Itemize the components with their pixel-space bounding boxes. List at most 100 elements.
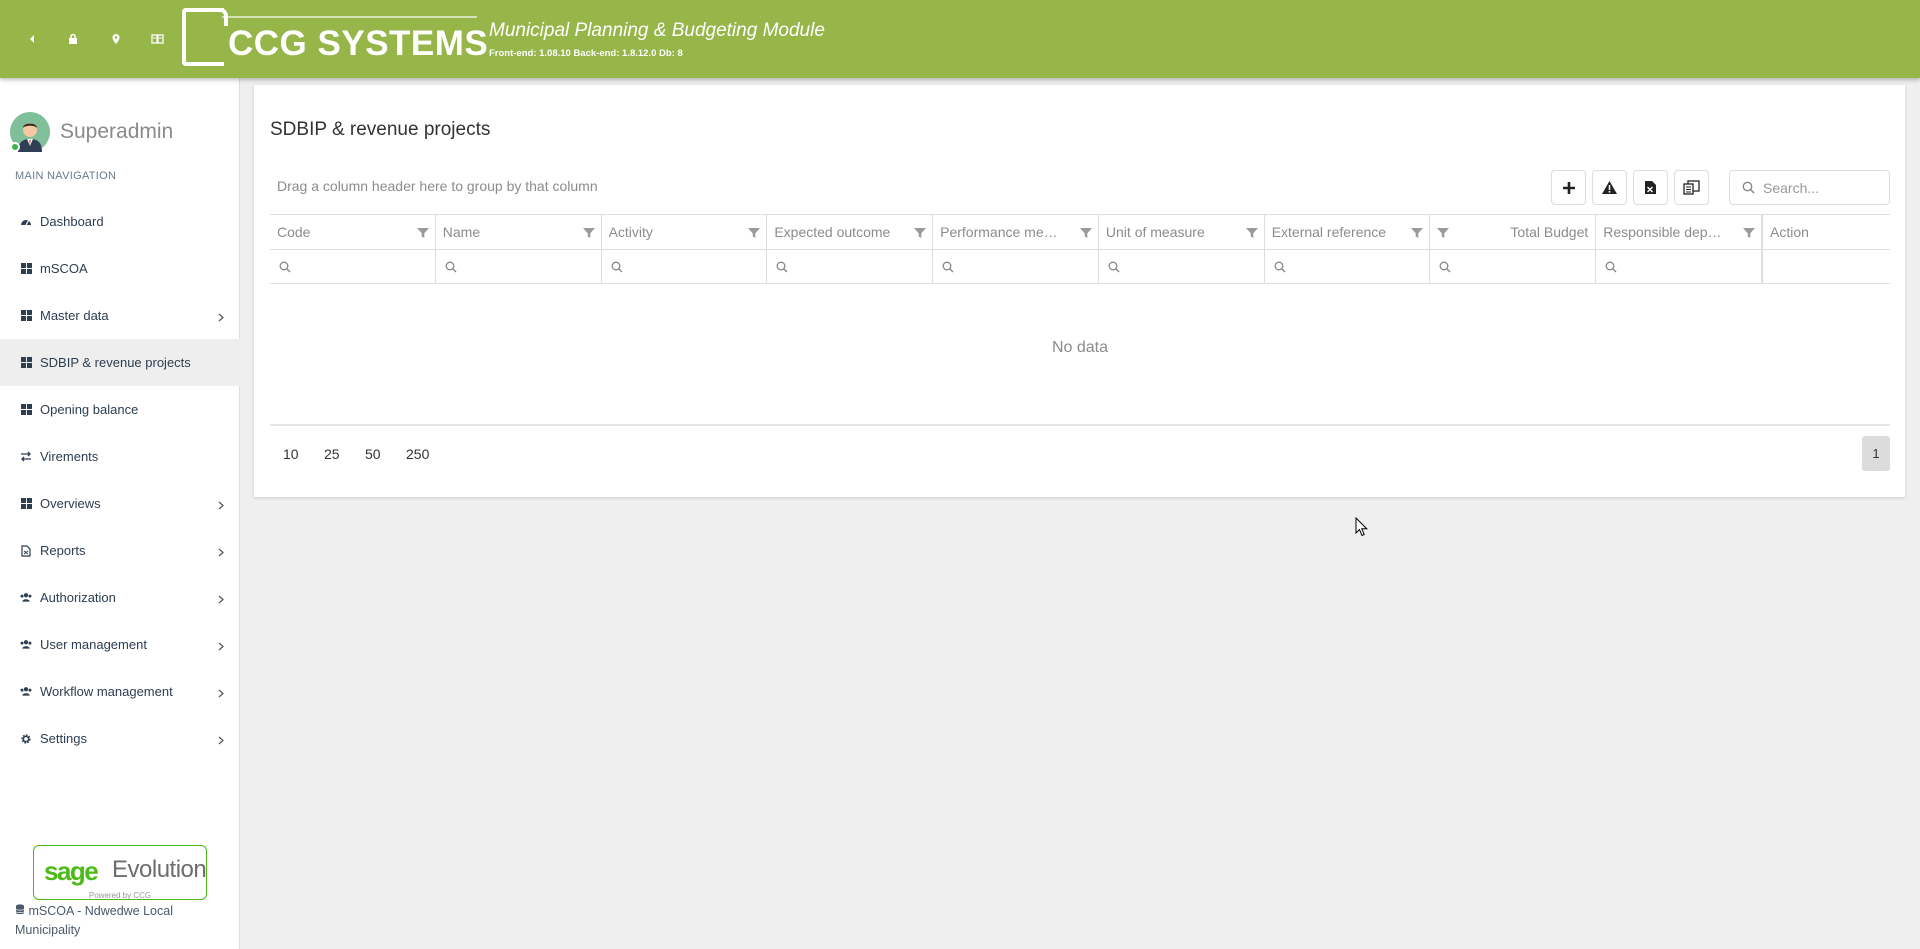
filter-cell-unit-of-measure[interactable] bbox=[1099, 250, 1265, 283]
filter-cell-code[interactable] bbox=[270, 250, 436, 283]
online-status-dot bbox=[10, 142, 20, 152]
page-size-50[interactable]: 50 bbox=[365, 446, 381, 462]
column-header-unit-of-measure[interactable]: Unit of measure bbox=[1099, 215, 1265, 249]
filter-cell-responsible-department[interactable] bbox=[1596, 250, 1763, 283]
warning-button[interactable] bbox=[1592, 170, 1627, 205]
sidebar-item-workflow-management[interactable]: Workflow management bbox=[0, 668, 240, 715]
column-header-performance-measure[interactable]: Performance meas... bbox=[933, 215, 1099, 249]
nav-header: MAIN NAVIGATION bbox=[15, 170, 117, 182]
filter-cell-expected-outcome[interactable] bbox=[767, 250, 934, 283]
page-number-1[interactable]: 1 bbox=[1862, 436, 1890, 471]
filter-cell-external-reference[interactable] bbox=[1265, 250, 1431, 283]
sage-evolution-word: Evolution bbox=[112, 856, 207, 883]
column-header-total-budget[interactable]: Total Budget bbox=[1430, 215, 1597, 249]
search-icon bbox=[611, 261, 623, 272]
filter-cell-activity[interactable] bbox=[602, 250, 768, 283]
sidebar-item-virements[interactable]: Virements bbox=[0, 433, 240, 480]
filter-cell-name[interactable] bbox=[436, 250, 602, 283]
page-size-250[interactable]: 250 bbox=[406, 446, 429, 462]
grid-icon bbox=[20, 310, 32, 322]
filter-icon[interactable] bbox=[748, 226, 761, 242]
filter-icon[interactable] bbox=[582, 226, 595, 242]
exchange-icon bbox=[20, 451, 32, 463]
grid-filter-row bbox=[270, 250, 1890, 284]
sidebar-item-overviews[interactable]: Overviews bbox=[0, 480, 240, 527]
page-size-25[interactable]: 25 bbox=[324, 446, 340, 462]
sidebar-item-label: Reports bbox=[40, 543, 86, 558]
column-chooser-icon bbox=[1683, 180, 1700, 195]
group-panel[interactable]: Drag a column header here to group by th… bbox=[277, 178, 598, 194]
column-chooser-button[interactable] bbox=[1674, 170, 1709, 205]
filter-cell-total-budget[interactable] bbox=[1430, 250, 1597, 283]
file-icon bbox=[20, 544, 32, 557]
filter-icon[interactable] bbox=[1079, 226, 1092, 242]
back-icon[interactable] bbox=[22, 29, 42, 49]
map-marker-icon[interactable] bbox=[106, 29, 126, 49]
sidebar-item-settings[interactable]: Settings bbox=[0, 715, 240, 762]
search-icon bbox=[1108, 261, 1120, 272]
content-panel: SDBIP & revenue projects Drag a column h… bbox=[254, 85, 1905, 497]
excel-file-icon bbox=[1645, 181, 1656, 194]
column-header-activity[interactable]: Activity bbox=[602, 215, 768, 249]
main-navigation: Dashboard mSCOA Master data SDBIP & reve… bbox=[0, 198, 240, 762]
grid-search[interactable] bbox=[1729, 170, 1890, 205]
sidebar-item-label: User management bbox=[40, 637, 147, 652]
plus-icon bbox=[1562, 181, 1575, 194]
filter-icon[interactable] bbox=[1411, 226, 1424, 242]
chevron-right-icon bbox=[218, 686, 224, 701]
avatar bbox=[10, 112, 50, 152]
sidebar-item-sdbip[interactable]: SDBIP & revenue projects bbox=[0, 339, 240, 386]
book-icon[interactable] bbox=[147, 29, 167, 49]
filter-cell-action bbox=[1762, 250, 1890, 283]
database-info: mSCOA - Ndwedwe Local Municipality bbox=[15, 902, 215, 940]
sidebar-item-label: SDBIP & revenue projects bbox=[40, 355, 191, 370]
filter-icon[interactable] bbox=[1245, 226, 1258, 242]
database-name: mSCOA - Ndwedwe Local Municipality bbox=[15, 904, 173, 937]
filter-icon[interactable] bbox=[914, 226, 927, 242]
sidebar-item-label: Dashboard bbox=[40, 214, 104, 229]
column-header-action: Action bbox=[1762, 215, 1890, 249]
chevron-right-icon bbox=[218, 639, 224, 654]
export-excel-button[interactable] bbox=[1633, 170, 1668, 205]
sidebar-item-master-data[interactable]: Master data bbox=[0, 292, 240, 339]
search-icon bbox=[776, 261, 788, 272]
search-icon bbox=[942, 261, 954, 272]
filter-icon[interactable] bbox=[416, 226, 429, 242]
database-icon bbox=[15, 904, 25, 918]
column-header-external-reference[interactable]: External reference bbox=[1265, 215, 1431, 249]
column-header-responsible-department[interactable]: Responsible depar... bbox=[1596, 215, 1763, 249]
chevron-right-icon bbox=[218, 545, 224, 560]
sidebar-item-label: mSCOA bbox=[40, 261, 88, 276]
user-name: Superadmin bbox=[60, 120, 174, 143]
sidebar-item-authorization[interactable]: Authorization bbox=[0, 574, 240, 621]
filter-icon[interactable] bbox=[1437, 226, 1450, 242]
sage-powered-by: Powered by CCG bbox=[88, 891, 152, 900]
grid-icon bbox=[20, 357, 32, 369]
lock-icon[interactable] bbox=[63, 29, 83, 49]
sidebar-item-label: Settings bbox=[40, 731, 87, 746]
filter-cell-performance-measure[interactable] bbox=[933, 250, 1099, 283]
sidebar-item-mscoa[interactable]: mSCOA bbox=[0, 245, 240, 292]
search-icon bbox=[1440, 261, 1451, 272]
search-input[interactable] bbox=[1763, 179, 1883, 196]
sidebar-item-label: Overviews bbox=[40, 496, 101, 511]
sidebar-item-label: Authorization bbox=[40, 590, 116, 605]
grid-icon bbox=[20, 404, 32, 416]
app-title: Municipal Planning & Budgeting Module bbox=[489, 20, 825, 41]
search-icon bbox=[1742, 181, 1755, 194]
sidebar-item-opening-balance[interactable]: Opening balance bbox=[0, 386, 240, 433]
sidebar-item-reports[interactable]: Reports bbox=[0, 527, 240, 574]
sage-word: sage bbox=[44, 856, 99, 886]
mouse-cursor-icon bbox=[1355, 517, 1368, 537]
column-header-name[interactable]: Name bbox=[436, 215, 602, 249]
sidebar-item-user-management[interactable]: User management bbox=[0, 621, 240, 668]
search-icon bbox=[1605, 261, 1617, 272]
column-header-code[interactable]: Code bbox=[270, 215, 436, 249]
grid-pager: 10 25 50 250 1 bbox=[270, 424, 1890, 484]
data-grid: Code Name Activity Expected outcome Perf… bbox=[270, 214, 1890, 356]
sidebar-item-dashboard[interactable]: Dashboard bbox=[0, 198, 240, 245]
page-size-10[interactable]: 10 bbox=[283, 446, 299, 462]
add-button[interactable] bbox=[1551, 170, 1586, 205]
column-header-expected-outcome[interactable]: Expected outcome bbox=[767, 215, 934, 249]
filter-icon[interactable] bbox=[1743, 226, 1756, 242]
